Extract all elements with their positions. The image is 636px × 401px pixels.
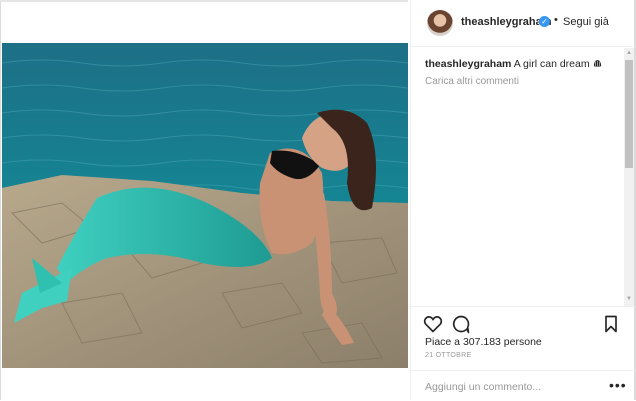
load-more-comments-link[interactable]: Carica altri commenti	[425, 76, 519, 87]
caption-username[interactable]: theashleygraham	[425, 58, 511, 70]
comments-scrollbar[interactable]: ▲ ▼	[624, 48, 634, 306]
scroll-thumb[interactable]	[625, 60, 633, 168]
comment-input[interactable]: Aggiungi un commento...	[425, 381, 541, 393]
bookmark-icon[interactable]	[601, 314, 621, 334]
follow-button[interactable]: Segui già	[563, 16, 609, 28]
more-options-icon[interactable]: •••	[609, 377, 627, 393]
header-username[interactable]: theashleygraham	[461, 16, 551, 28]
scroll-down-arrow-icon[interactable]: ▼	[624, 294, 634, 304]
post-date[interactable]: 21 OTTOBRE	[425, 352, 471, 359]
left-border	[0, 0, 1, 400]
likes-count[interactable]: Piace a 307.183 persone	[425, 336, 542, 348]
comment-icon[interactable]	[451, 314, 471, 334]
scroll-up-arrow-icon[interactable]: ▲	[624, 48, 634, 58]
avatar[interactable]	[427, 10, 453, 36]
mermaid-photo-illustration	[2, 43, 408, 368]
add-comment-box: Aggiungi un commento... •••	[411, 370, 635, 401]
post-side-panel: theashleygraham ✓ • Segui già theashleyg…	[410, 0, 636, 400]
post-photo[interactable]	[2, 43, 408, 368]
post-caption: theashleygraham A girl can dream	[425, 58, 615, 71]
verified-badge-icon: ✓	[539, 16, 550, 27]
shell-icon	[593, 59, 601, 67]
top-divider	[0, 0, 408, 2]
heart-icon[interactable]	[423, 314, 443, 334]
caption-text: A girl can dream	[513, 58, 590, 70]
post-header: theashleygraham ✓ • Segui già	[411, 0, 635, 47]
separator-dot: •	[554, 14, 558, 26]
